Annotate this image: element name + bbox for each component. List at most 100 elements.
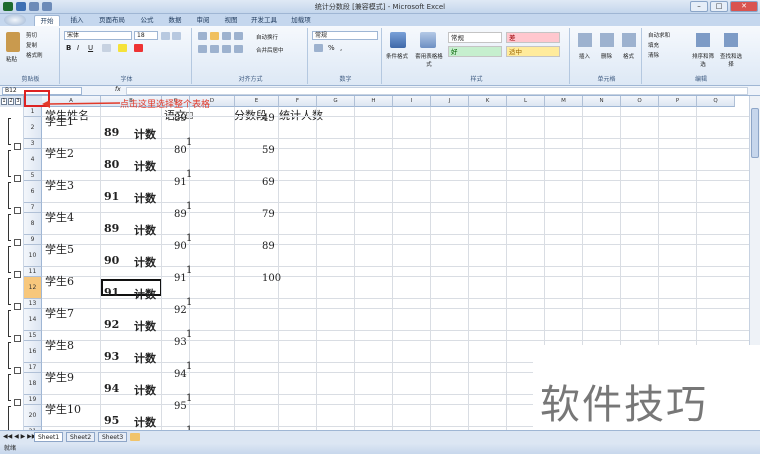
collapse-group-icon[interactable] [14,367,21,374]
tab-home[interactable]: 开始 [34,15,60,26]
column-header-f[interactable]: F [279,96,317,107]
tab-addins[interactable]: 加载项 [286,15,316,26]
orientation-icon[interactable] [234,32,243,40]
count-cell[interactable]: 1 [186,265,192,276]
format-cells-button[interactable]: 格式 [623,52,634,60]
subtotal-value-cell[interactable]: 95 [104,414,119,427]
tab-data[interactable]: 数据 [162,15,188,26]
column-header-i[interactable]: I [393,96,431,107]
sheet-nav-icon[interactable]: ◀◀ ◀ ▶ ▶▶ [3,433,36,440]
comma-button[interactable]: , [340,44,342,52]
row-header-5[interactable]: 5 [24,171,42,181]
style-good[interactable]: 好 [448,46,502,57]
score-cell[interactable]: 94 [174,369,187,380]
percent-button[interactable]: % [328,44,335,52]
minimize-button[interactable]: – [690,1,708,12]
tab-insert[interactable]: 插入 [64,15,90,26]
row-header-14[interactable]: 14 [24,309,42,331]
student-name-cell[interactable]: 学生6 [45,273,74,289]
align-left-icon[interactable] [198,45,207,53]
collapse-group-icon[interactable] [14,399,21,406]
conditional-format-icon[interactable] [390,32,406,48]
find-select-icon[interactable] [724,33,738,47]
subtotal-label-cell[interactable]: 计数 [134,350,156,366]
row-header-9[interactable]: 9 [24,235,42,245]
delete-cells-button[interactable]: 删除 [601,52,612,60]
align-right-icon[interactable] [222,45,231,53]
shrink-font-icon[interactable] [172,32,181,40]
grow-font-icon[interactable] [161,32,170,40]
tab-review[interactable]: 审阅 [190,15,216,26]
align-center-icon[interactable] [210,45,219,53]
row-header-13[interactable]: 13 [24,299,42,309]
count-cell[interactable]: 1 [186,233,192,244]
score-cell[interactable]: 93 [174,337,187,348]
score-cell[interactable]: 80 [174,145,187,156]
range-cell[interactable]: 79 [262,209,275,220]
wrap-text-button[interactable]: 自动换行 [256,33,278,41]
row-header-4[interactable]: 4 [24,149,42,171]
subtotal-value-cell[interactable]: 92 [104,318,119,331]
maximize-button[interactable]: □ [710,1,728,12]
range-cell[interactable]: 69 [262,177,275,188]
collapse-group-icon[interactable] [14,303,21,310]
row-header-15[interactable]: 15 [24,331,42,341]
clear-button[interactable]: 清除 [648,51,659,59]
column-header-p[interactable]: P [659,96,697,107]
font-color-icon[interactable] [134,44,143,52]
merge-center-button[interactable]: 合并后居中 [256,46,284,54]
subtotal-value-cell[interactable]: 91 [104,190,119,203]
row-header-20[interactable]: 20 [24,405,42,427]
font-size-select[interactable]: 18 [134,31,158,40]
count-cell[interactable]: 1 [186,201,192,212]
insert-cells-icon[interactable] [578,33,592,47]
row-header-16[interactable]: 16 [24,341,42,363]
insert-sheet-icon[interactable] [130,433,140,441]
currency-icon[interactable] [314,44,323,52]
fill-button[interactable]: 填充 [648,41,659,49]
count-cell[interactable]: 1 [186,393,192,404]
autosum-button[interactable]: 自动求和 [648,31,670,39]
align-top-icon[interactable] [198,32,207,40]
formula-input[interactable] [126,87,748,95]
indent-icon[interactable] [234,45,243,53]
count-cell[interactable]: 1 [186,169,192,180]
sheet-tab-2[interactable]: Sheet2 [66,432,96,442]
insert-cells-button[interactable]: 插入 [579,52,590,60]
column-header-g[interactable]: G [317,96,355,107]
count-cell[interactable]: 1 [186,329,192,340]
style-normal[interactable]: 常规 [448,32,502,43]
subtotal-value-cell[interactable]: 93 [104,350,119,363]
subtotal-label-cell[interactable]: 计数 [134,190,156,206]
tab-formulas[interactable]: 公式 [134,15,160,26]
row-header-2[interactable]: 2 [24,117,42,139]
subtotal-label-cell[interactable]: 计数 [134,286,156,302]
score-cell[interactable]: 91 [174,273,187,284]
subtotal-value-cell[interactable]: 89 [104,126,119,139]
format-as-table-button[interactable]: 套用表格格式 [414,52,444,68]
row-header-7[interactable]: 7 [24,203,42,213]
row-header-6[interactable]: 6 [24,181,42,203]
subtotal-value-cell[interactable]: 90 [104,254,119,267]
range-cell[interactable]: 89 [262,241,275,252]
score-cell[interactable]: 90 [174,241,187,252]
column-header-e[interactable]: E [235,96,279,107]
row-header-8[interactable]: 8 [24,213,42,235]
column-header-o[interactable]: O [621,96,659,107]
score-cell[interactable]: 89 [174,209,187,220]
student-name-cell[interactable]: 学生5 [45,241,74,257]
student-name-cell[interactable]: 学生8 [45,337,74,353]
subtotal-label-cell[interactable]: 计数 [134,318,156,334]
column-header-k[interactable]: K [469,96,507,107]
fx-icon[interactable]: fx [115,86,121,93]
tab-page-layout[interactable]: 页面布局 [94,15,130,26]
align-middle-icon[interactable] [210,32,219,40]
bold-button[interactable]: B [66,44,71,52]
student-name-cell[interactable]: 学生9 [45,369,74,385]
subtotal-value-cell[interactable]: 89 [104,222,119,235]
student-name-cell[interactable]: 学生3 [45,177,74,193]
subtotal-label-cell[interactable]: 计数 [134,254,156,270]
conditional-format-button[interactable]: 条件格式 [386,52,408,60]
subtotal-label-cell[interactable]: 计数 [134,222,156,238]
tab-developer[interactable]: 开发工具 [246,15,282,26]
